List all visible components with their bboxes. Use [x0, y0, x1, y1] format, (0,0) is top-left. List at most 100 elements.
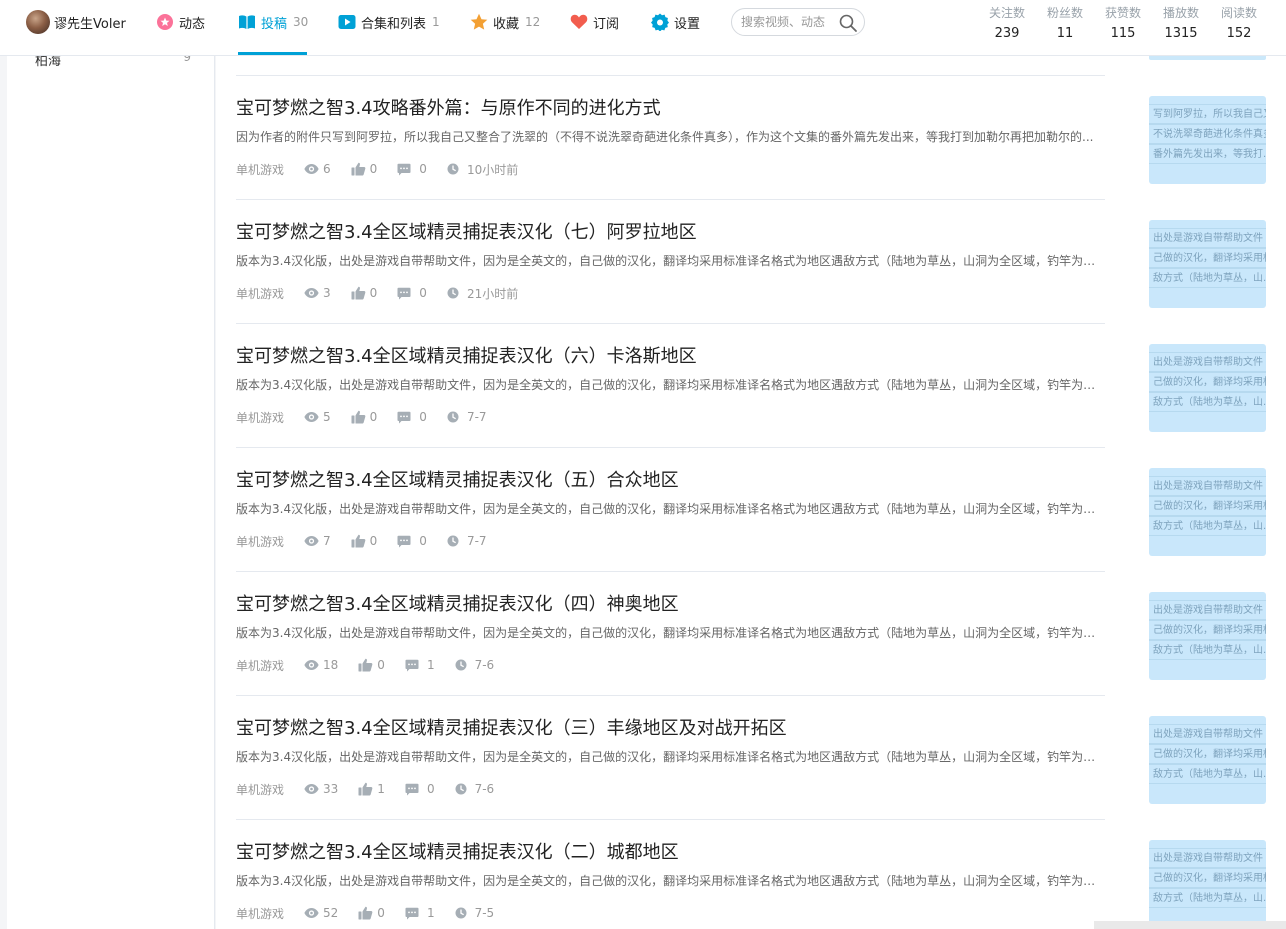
view-count-value: 52 [323, 906, 339, 920]
article-meta: 单机游戏 18 0 1 7-6 [236, 656, 514, 674]
article-thumbnail[interactable]: 出处是游戏自带帮助文件 己做的汉化，翻译均采用标 敌方式（陆地为草丛，山... [1149, 220, 1266, 308]
thumbnail-text-line: 己做的汉化，翻译均采用标 [1149, 868, 1266, 888]
comment-icon [405, 907, 419, 919]
comment-count-value: 0 [419, 286, 427, 300]
thumbnail-text-line: 不说洗翠奇葩进化条件真多 [1149, 124, 1266, 144]
article-title[interactable]: 宝可梦燃之智3.4全区域精灵捕捉表汉化（四）神奥地区 [236, 592, 679, 618]
view-count-value: 7 [323, 534, 331, 548]
clock-icon [447, 163, 459, 175]
eye-icon [304, 908, 319, 918]
like-count: 1 [358, 782, 385, 796]
tab-settings-label: 设置 [674, 16, 701, 32]
like-count-value: 1 [377, 782, 385, 796]
article-item[interactable]: 宝可梦燃之智3.4全区域精灵捕捉表汉化（二）城都地区版本为3.4汉化版，出处是游… [236, 820, 1266, 929]
tab-contributions-count: 30 [293, 15, 309, 29]
thumbs-up-icon [358, 658, 373, 672]
horizontal-scrollbar[interactable] [1094, 921, 1286, 929]
comment-count-value: 0 [426, 782, 435, 796]
tab-settings[interactable]: 设置 [651, 10, 700, 34]
thumbs-up-icon [351, 534, 366, 548]
tab-contributions[interactable]: 投稿 30 [238, 10, 308, 34]
article-thumbnail[interactable]: 出处是游戏自带帮助文件 己做的汉化，翻译均采用标 敌方式（陆地为草丛，山... [1149, 592, 1266, 680]
view-count-value: 6 [323, 162, 331, 176]
article-thumbnail[interactable]: 出处是游戏自带帮助文件 己做的汉化，翻译均采用标 敌方式（陆地为草丛，山... [1149, 716, 1266, 804]
thumbs-up-icon [351, 162, 366, 176]
eye-icon [304, 536, 319, 546]
like-count: 0 [351, 286, 377, 300]
search-box[interactable] [731, 8, 865, 36]
comment-count: 0 [397, 162, 427, 176]
view-count: 18 [304, 658, 338, 672]
stat-label: 关注数 [988, 6, 1025, 20]
comment-count: 0 [397, 534, 427, 548]
tab-favorites[interactable]: 收藏 12 [470, 10, 540, 34]
clock-icon [455, 907, 467, 919]
article-title[interactable]: 宝可梦燃之智3.4全区域精灵捕捉表汉化（六）卡洛斯地区 [236, 344, 697, 370]
publish-time: 21小时前 [447, 285, 518, 302]
publish-time: 10小时前 [447, 161, 518, 178]
article-summary: 版本为3.4汉化版，出处是游戏自带帮助文件，因为是全英文的，自己做的汉化，翻译均… [236, 874, 1105, 888]
star-icon [470, 13, 488, 30]
article-item[interactable]: 宝可梦燃之智3.4攻略番外篇：与原作不同的进化方式 因为作者的附件只写到阿罗拉，所… [236, 76, 1266, 200]
like-count: 0 [351, 410, 377, 424]
category-tag[interactable]: 单机游戏 [236, 285, 284, 302]
avatar[interactable] [26, 10, 50, 34]
article-title[interactable]: 宝可梦燃之智3.4全区域精灵捕捉表汉化（三）丰缘地区及对战开拓区 [236, 716, 787, 742]
article-title[interactable]: 宝可梦燃之智3.4攻略番外篇：与原作不同的进化方式 [236, 96, 661, 122]
thumbs-up-icon [351, 286, 366, 300]
article-meta: 单机游戏 3 0 0 21小时前 [236, 284, 538, 302]
category-tag[interactable]: 单机游戏 [236, 409, 284, 426]
clock-icon [455, 783, 467, 795]
user-profile[interactable]: 谬先生Voler [26, 10, 126, 34]
thumbnail-text-line: 敌方式（陆地为草丛，山... [1149, 392, 1266, 412]
stat-label: 阅读数 [1220, 6, 1257, 20]
article-item[interactable]: 宝可梦燃之智3.4全区域精灵捕捉表汉化（五）合众地区版本为3.4汉化版，出处是游… [236, 448, 1266, 572]
tab-contributions-label: 投稿 [261, 16, 288, 32]
username[interactable]: 谬先生Voler [54, 13, 126, 32]
category-tag[interactable]: 单机游戏 [236, 657, 284, 674]
tab-subscriptions[interactable]: 订阅 [570, 10, 619, 34]
article-title[interactable]: 宝可梦燃之智3.4全区域精灵捕捉表汉化（二）城都地区 [236, 840, 679, 866]
article-thumbnail[interactable]: 写到阿罗拉，所以我自己又 不说洗翠奇葩进化条件真多 番外篇先发出来，等我打... [1149, 96, 1266, 184]
search-icon[interactable] [838, 13, 858, 33]
comment-icon [405, 783, 419, 795]
article-thumbnail[interactable]: 出处是游戏自带帮助文件 己做的汉化，翻译均采用标 敌方式（陆地为草丛，山... [1149, 468, 1266, 556]
article-item[interactable]: 宝可梦燃之智3.4全区域精灵捕捉表汉化（六）卡洛斯地区 版本为3.4汉化版，出处是… [236, 324, 1266, 448]
view-count: 33 [304, 782, 338, 796]
thumbnail-text-line: 出处是游戏自带帮助文件 [1149, 724, 1266, 744]
thumbnail-text-line: 敌方式（陆地为草丛，山... [1149, 764, 1266, 784]
article-thumbnail[interactable]: 出处是游戏自带帮助文件 己做的汉化，翻译均采用标 敌方式（陆地为草丛，山... [1149, 344, 1266, 432]
top-navigation: 谬先生Voler 动态 投稿 30 合集和列表 1 收藏 12 订阅 设置 搜索… [0, 0, 1286, 56]
publish-time: 7-6 [455, 658, 494, 672]
article-meta: 单机游戏 52 0 1 7-5 [236, 904, 514, 922]
publish-time: 7-7 [447, 410, 487, 424]
comment-count: 1 [405, 658, 435, 672]
view-count-value: 3 [323, 286, 331, 300]
like-count-value: 0 [369, 534, 378, 548]
article-title[interactable]: 宝可梦燃之智3.4全区域精灵捕捉表汉化（五）合众地区 [236, 468, 679, 494]
tab-collections[interactable]: 合集和列表 1 [338, 10, 440, 34]
left-sidebar: 柏海 9 [7, 0, 215, 929]
comment-count-value: 0 [419, 162, 427, 176]
search-input[interactable] [741, 14, 836, 30]
category-tag[interactable]: 单机游戏 [236, 533, 284, 550]
comment-icon [397, 287, 411, 299]
publish-time-value: 10小时前 [466, 162, 519, 177]
article-summary: 版本为3.4汉化版，出处是游戏自带帮助文件，因为是全英文的，自己做的汉化，翻译均… [236, 502, 1105, 516]
article-thumbnail[interactable]: 出处是游戏自带帮助文件 己做的汉化，翻译均采用标 敌方式（陆地为草丛，山... [1149, 840, 1266, 928]
comment-count: 1 [405, 906, 435, 920]
article-item[interactable]: 宝可梦燃之智3.4全区域精灵捕捉表汉化（七）阿罗拉地区 版本为3.4汉化版，出处是… [236, 200, 1266, 324]
stat-label: 粉丝数 [1046, 6, 1083, 20]
comment-count-value: 1 [426, 906, 435, 920]
article-item[interactable]: 宝可梦燃之智3.4全区域精灵捕捉表汉化（三）丰缘地区及对战开拓区 版本为3.4汉化… [236, 696, 1266, 820]
category-tag[interactable]: 单机游戏 [236, 905, 284, 922]
stat-followers[interactable]: 粉丝数 11 [1044, 5, 1086, 44]
category-tag[interactable]: 单机游戏 [236, 161, 284, 178]
article-item[interactable]: 宝可梦燃之智3.4全区域精灵捕捉表汉化（四）神奥地区 版本为3.4汉化版，出处是游… [236, 572, 1266, 696]
like-count: 0 [351, 534, 378, 548]
stat-following[interactable]: 关注数 239 [986, 5, 1028, 44]
category-tag[interactable]: 单机游戏 [236, 781, 284, 798]
thumbnail-text-line: 出处是游戏自带帮助文件 [1149, 228, 1266, 248]
tab-dynamic[interactable]: 动态 [156, 10, 205, 34]
article-title[interactable]: 宝可梦燃之智3.4全区域精灵捕捉表汉化（七）阿罗拉地区 [236, 220, 697, 246]
